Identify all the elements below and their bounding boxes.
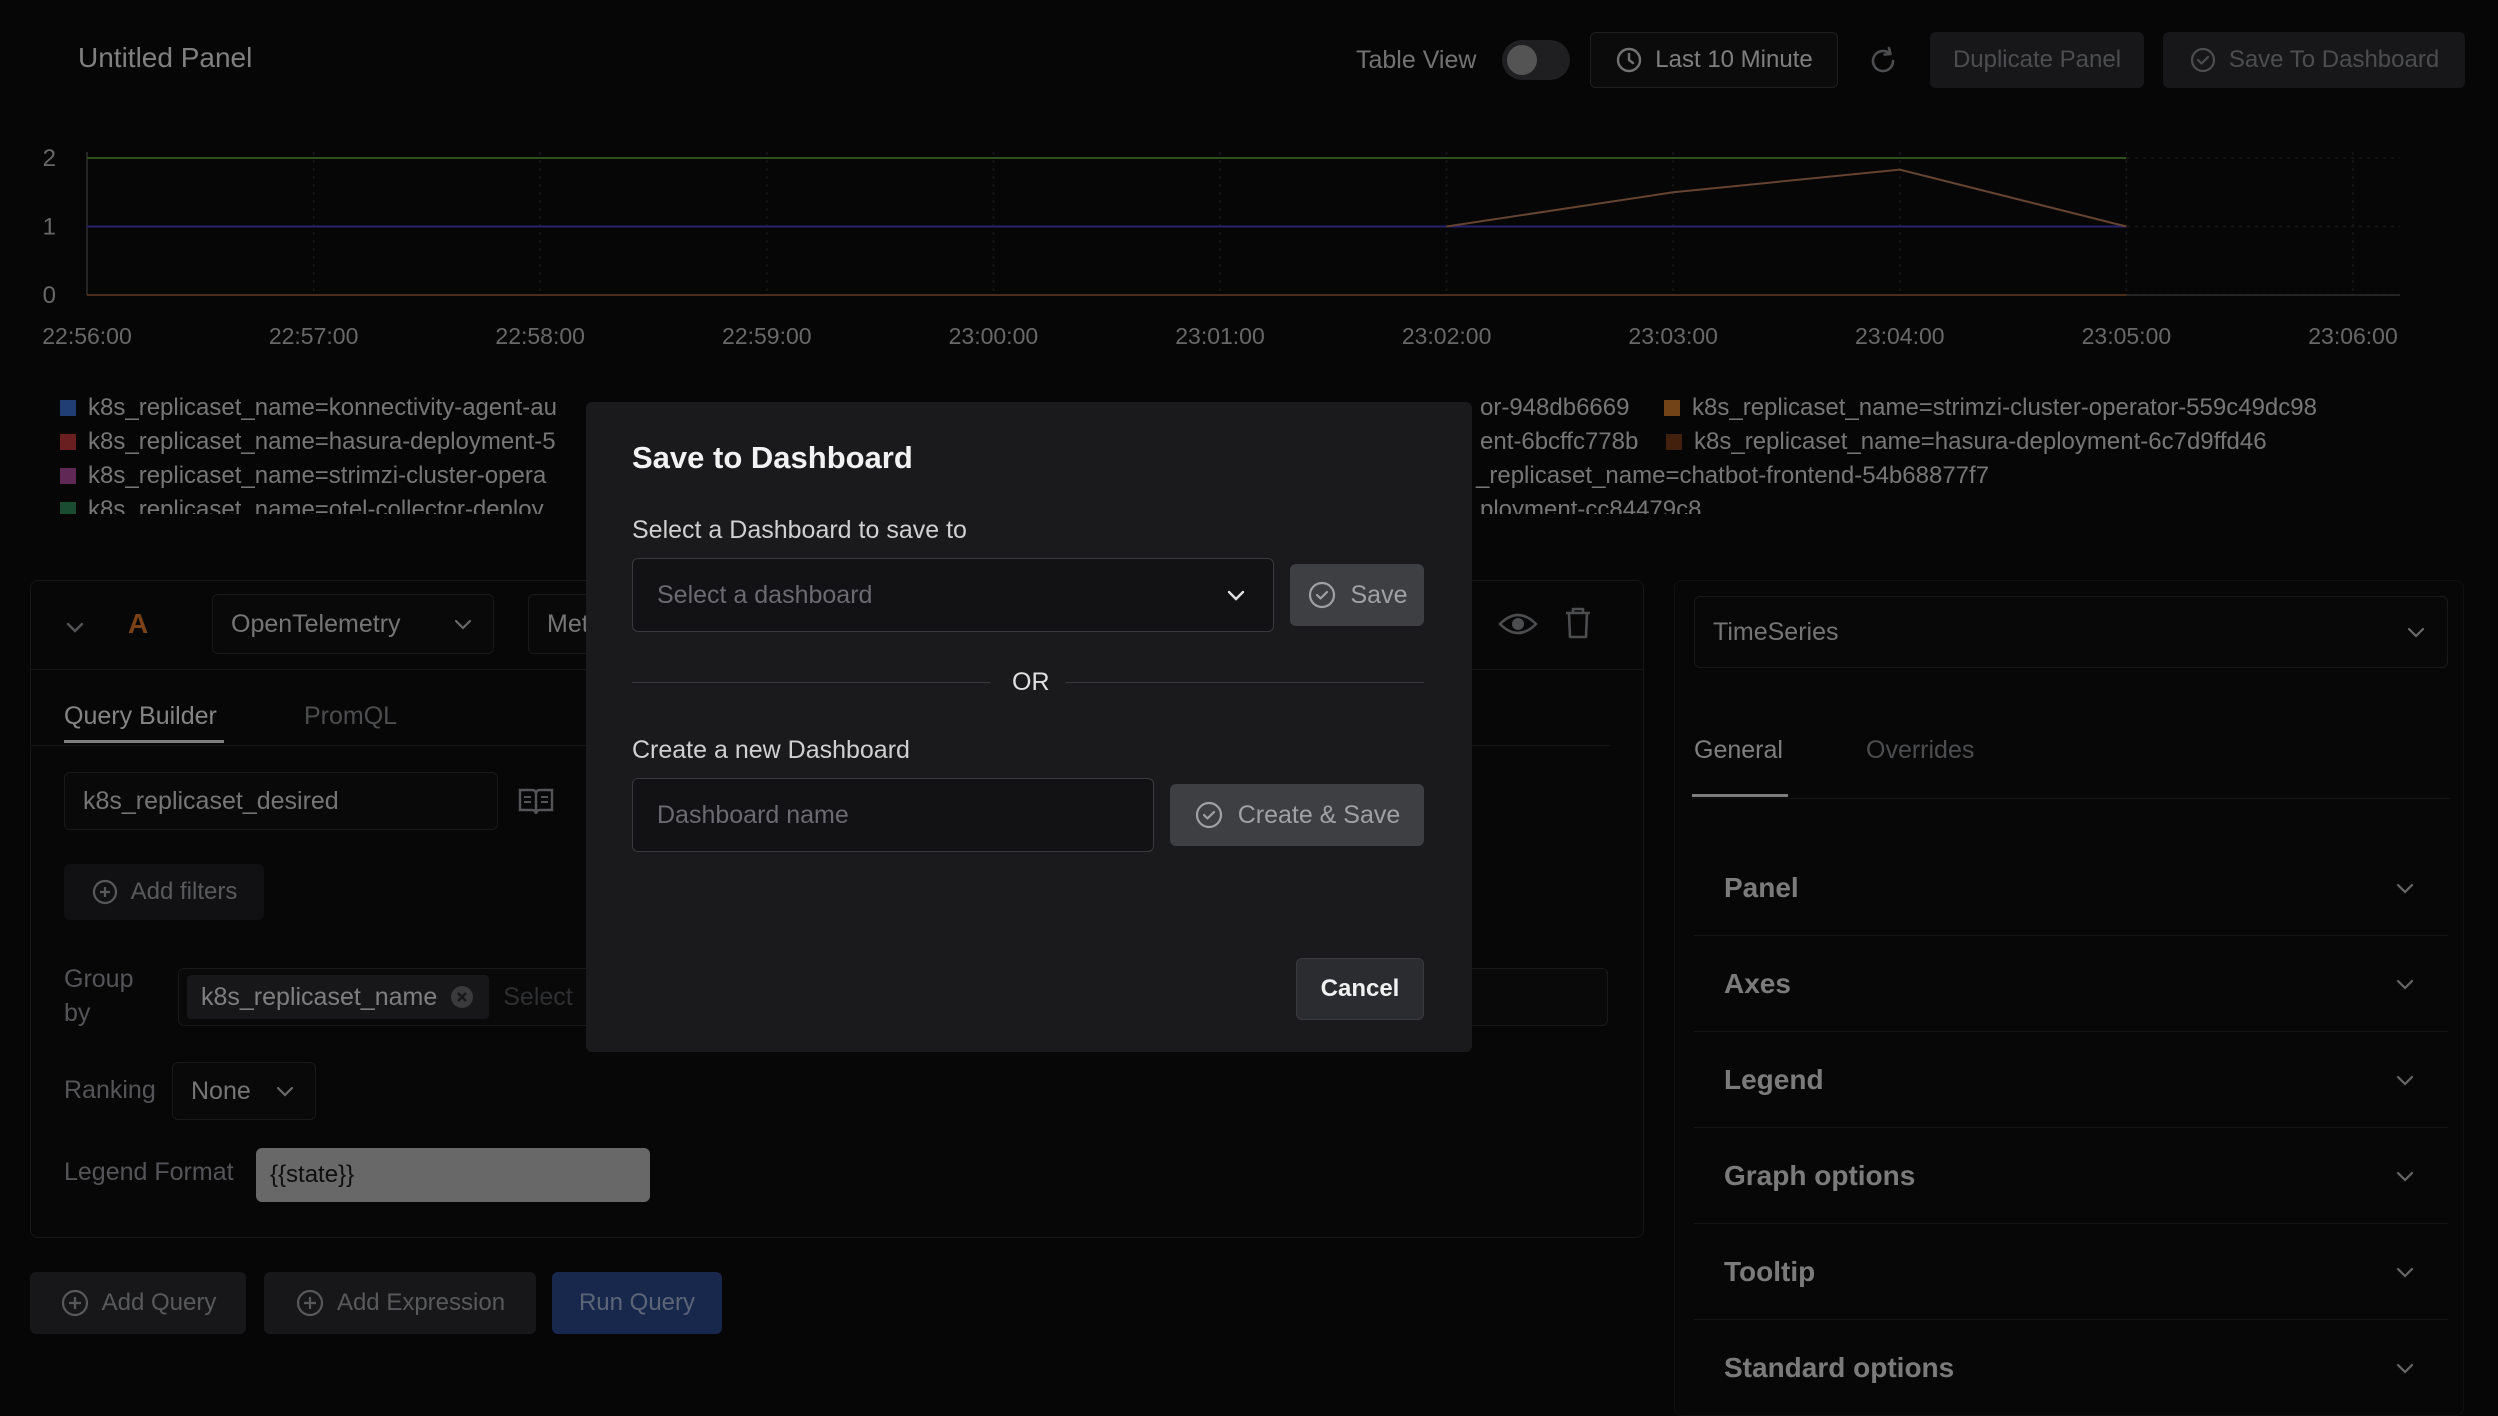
or-text: OR (1012, 668, 1050, 696)
save-button[interactable]: Save (1290, 564, 1424, 626)
cancel-button[interactable]: Cancel (1296, 958, 1424, 1020)
save-to-dashboard-modal (586, 402, 1472, 1052)
dashboard-select[interactable]: Select a dashboard (632, 558, 1274, 632)
chevron-down-icon (1223, 582, 1249, 608)
cancel-label: Cancel (1320, 975, 1400, 1002)
check-circle-icon (1307, 580, 1337, 610)
dashboard-name-input[interactable]: Dashboard name (632, 778, 1154, 852)
create-and-save-button[interactable]: Create & Save (1170, 784, 1424, 846)
check-circle-icon (1194, 800, 1224, 830)
modal-title: Save to Dashboard (632, 440, 913, 475)
save-button-label: Save (1350, 580, 1408, 609)
create-and-save-label: Create & Save (1237, 800, 1401, 829)
dashboard-name-placeholder: Dashboard name (657, 800, 849, 829)
select-dashboard-label: Select a Dashboard to save to (632, 516, 967, 544)
dashboard-select-placeholder: Select a dashboard (657, 580, 873, 609)
divider-right (1066, 682, 1424, 683)
divider-left (632, 682, 990, 683)
create-dashboard-label: Create a new Dashboard (632, 736, 910, 764)
